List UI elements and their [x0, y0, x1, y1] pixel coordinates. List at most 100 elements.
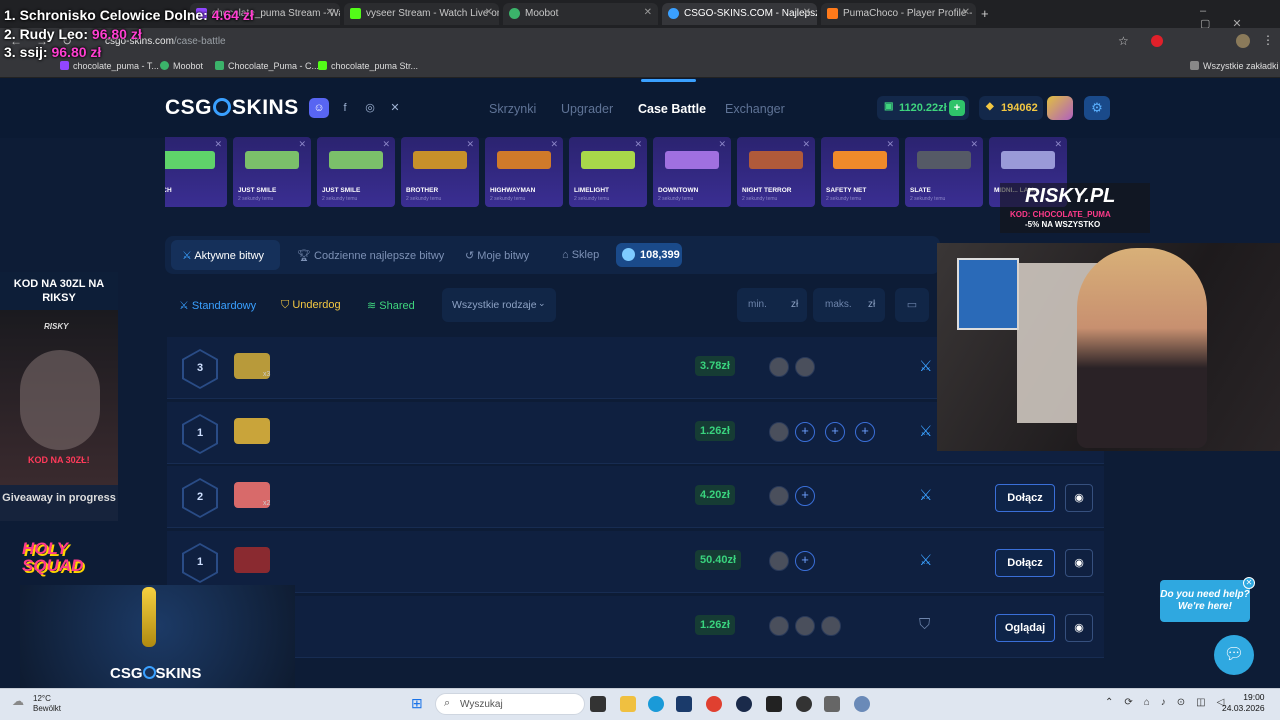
nav-link-exchanger[interactable]: Exchanger	[725, 102, 785, 116]
nav-link-case-battle[interactable]: Case Battle	[638, 102, 706, 116]
user-avatar[interactable]	[1047, 96, 1073, 120]
bookmark-star-icon[interactable]: ☆	[1118, 34, 1129, 48]
min-price-input[interactable]: min. zł	[737, 288, 807, 322]
drop-card[interactable]: ✕ JUST SMILE 2 sekundy temu	[317, 137, 395, 207]
drop-card[interactable]: ✕ BROTHER 2 sekundy temu	[401, 137, 479, 207]
store-icon[interactable]	[676, 696, 692, 712]
join-slot-plus-icon[interactable]: +	[795, 486, 815, 506]
drop-card[interactable]: ✕ JUST SMILE 2 sekundy temu	[233, 137, 311, 207]
deposit-plus-icon[interactable]: +	[949, 100, 965, 116]
player-avatar[interactable]	[769, 357, 789, 377]
taskbar-clock[interactable]: 19:00 24.03.2026	[1222, 692, 1265, 714]
player-avatar[interactable]	[769, 616, 789, 636]
join-button[interactable]: Dołącz	[995, 549, 1055, 577]
filter-standard[interactable]: ⚔ Standardowy	[179, 299, 256, 312]
app-icon[interactable]	[766, 696, 782, 712]
filter-underdog[interactable]: ⛉ Underdog	[281, 299, 341, 312]
close-icon[interactable]: ✕	[466, 139, 474, 150]
task-view-icon[interactable]	[590, 696, 606, 712]
close-icon[interactable]: ✕	[298, 139, 306, 150]
menu-icon[interactable]: ⋮	[1262, 33, 1274, 47]
browser-tab[interactable]: Moobot ✕	[503, 3, 658, 25]
profile-avatar[interactable]	[1236, 34, 1250, 48]
close-icon[interactable]: ✕	[550, 139, 558, 150]
close-icon[interactable]: ✕	[718, 139, 726, 150]
watch-button[interactable]: Oglądaj	[995, 614, 1055, 642]
bookmark-item[interactable]: Chocolate_Puma - C...	[215, 61, 319, 71]
obs-icon[interactable]	[796, 696, 812, 712]
tab-shop[interactable]: ⌂ Sklep	[562, 249, 599, 261]
drop-card[interactable]: ✕ NIGHT TERROR 2 sekundy temu	[737, 137, 815, 207]
eye-icon[interactable]: ◉	[1065, 549, 1093, 577]
facebook-icon[interactable]: f	[335, 98, 355, 118]
browser-tab-active[interactable]: CSGO-SKINS.COM - Najlepsze ✕	[662, 3, 817, 25]
player-avatar[interactable]	[795, 616, 815, 636]
bookmark-item[interactable]: chocolate_puma - T...	[60, 61, 159, 71]
edge-icon[interactable]	[648, 696, 664, 712]
balance-pill[interactable]: ▣ 1120.22zł +	[877, 96, 969, 120]
coins-pill[interactable]: ◆ 194062	[979, 96, 1043, 120]
close-help-icon[interactable]: ✕	[1243, 577, 1255, 589]
app-icon[interactable]	[854, 696, 870, 712]
help-bubble[interactable]: Do you need help? We're here!	[1160, 580, 1250, 622]
all-bookmarks[interactable]: Wszystkie zakładki	[1190, 61, 1279, 71]
instagram-icon[interactable]: ◎	[360, 98, 380, 118]
player-avatar[interactable]	[795, 357, 815, 377]
join-button[interactable]: Dołącz	[995, 484, 1055, 512]
new-tab-icon[interactable]: +	[981, 6, 989, 21]
player-avatar[interactable]	[769, 486, 789, 506]
tab-daily-best[interactable]: 🏆︎ Codzienne najlepsze bitwy	[297, 249, 444, 262]
player-avatar[interactable]	[769, 551, 789, 571]
drop-card[interactable]: ✕TECHtemu	[165, 137, 227, 207]
browser-tab[interactable]: PumaChoco - Player Profile - F ✕	[821, 3, 976, 25]
battle-row[interactable]: 11.26zł⛉Oglądaj◉	[167, 596, 1104, 658]
sort-icon[interactable]: ▭	[895, 288, 929, 322]
battle-row[interactable]: 1 50.40zł + ⚔ Dołącz ◉	[167, 531, 1104, 593]
site-logo[interactable]: CSG SKINS	[165, 96, 299, 120]
drop-card[interactable]: ✕ SAFETY NET 2 sekundy temu	[821, 137, 899, 207]
extension-icon[interactable]	[1151, 35, 1163, 47]
join-slot-plus-icon[interactable]: +	[825, 422, 845, 442]
close-icon[interactable]: ✕	[382, 139, 390, 150]
tab-my-battles[interactable]: ↺ Moje bitwy	[465, 249, 529, 262]
settings-icon[interactable]	[824, 696, 840, 712]
drop-card[interactable]: ✕ LIMELIGHT 2 sekundy temu	[569, 137, 647, 207]
chat-bubble-icon[interactable]: 💬︎	[1214, 635, 1254, 675]
battle-row[interactable]: 2 x2 4.20zł + ⚔ Dołącz ◉	[167, 466, 1104, 528]
tab-active-battles[interactable]: ⚔ Aktywne bitwy	[182, 249, 264, 262]
steam-icon[interactable]	[736, 696, 752, 712]
browser-tab[interactable]: vyseer Stream - Watch Live on ✕	[344, 3, 499, 25]
filter-shared[interactable]: ≋ Shared	[367, 299, 415, 312]
max-price-input[interactable]: maks. zł	[813, 288, 885, 322]
nav-link-cases[interactable]: Skrzynki	[489, 102, 536, 116]
file-explorer-icon[interactable]	[620, 696, 636, 712]
window-controls[interactable]: –▢✕	[1200, 5, 1280, 30]
close-icon[interactable]: ✕	[970, 139, 978, 150]
nav-link-upgrader[interactable]: Upgrader	[561, 102, 613, 116]
shop-coins-pill[interactable]: 108,399	[616, 243, 682, 267]
bookmark-item[interactable]: chocolate_puma Str...	[318, 61, 418, 71]
bookmark-item[interactable]: Moobot	[160, 61, 203, 71]
join-slot-plus-icon[interactable]: +	[795, 422, 815, 442]
type-dropdown[interactable]: Wszystkie rodzaje ⌄	[442, 288, 556, 322]
eye-icon[interactable]: ◉	[1065, 614, 1093, 642]
drop-card[interactable]: ✕ SLATE 2 sekundy temu	[905, 137, 983, 207]
drop-card[interactable]: ✕ DOWNTOWN 2 sekundy temu	[653, 137, 731, 207]
eye-icon[interactable]: ◉	[1065, 484, 1093, 512]
player-avatar[interactable]	[821, 616, 841, 636]
system-tray-icons[interactable]: ⌃⟳⌂♪⊙◫◁	[1105, 697, 1235, 708]
taskbar-search[interactable]: ⌕ Wyszukaj	[435, 693, 585, 715]
close-icon[interactable]: ✕	[214, 139, 222, 150]
risky-ad-image[interactable]: RISKY KOD NA 30ZŁ!	[0, 310, 118, 485]
windows-start-icon[interactable]: ⊞	[411, 695, 423, 712]
close-icon[interactable]: ✕	[886, 139, 894, 150]
join-slot-plus-icon[interactable]: +	[795, 551, 815, 571]
player-avatar[interactable]	[769, 422, 789, 442]
discord-icon[interactable]: ☺	[309, 98, 329, 118]
close-icon[interactable]: ✕	[1054, 139, 1062, 150]
settings-gear-icon[interactable]: ⚙	[1084, 96, 1110, 120]
close-icon[interactable]: ✕	[802, 139, 810, 150]
join-slot-plus-icon[interactable]: +	[855, 422, 875, 442]
weather-widget[interactable]: ☁ 12°C Bewölkt	[12, 694, 61, 714]
drop-card[interactable]: ✕ HIGHWAYMAN 2 sekundy temu	[485, 137, 563, 207]
